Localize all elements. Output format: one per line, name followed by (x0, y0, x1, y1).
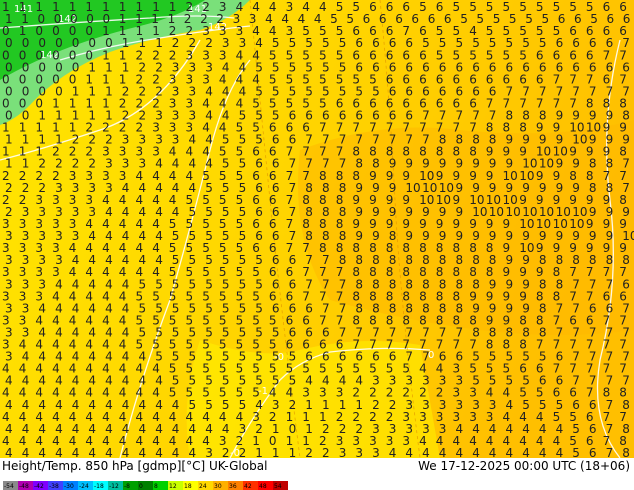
temperature-value: 5 (572, 446, 580, 458)
temperature-value: 4 (155, 446, 163, 458)
valid-time: We 17-12-2025 00:00 UTC (18+06) (418, 459, 630, 473)
temperature-value: 3 (205, 446, 213, 458)
temperature-value: 4 (122, 446, 130, 458)
scale-label: -42 (34, 483, 44, 490)
temperature-value: 2 (239, 446, 247, 458)
temperature-value: 4 (5, 446, 13, 458)
color-scale: -54 -48 -42 -38 -30 -24 -18 -12 -8 0 8 12 18 24 30 36 42… (3, 481, 288, 490)
temperature-value: 3 (355, 446, 363, 458)
temperature-value: 4 (22, 446, 30, 458)
temperature-value: 4 (389, 446, 397, 458)
scale-label: -30 (64, 483, 74, 490)
temperature-value: 5 (460, 12, 468, 26)
scale-label: 54 (274, 483, 282, 490)
map-title: Height/Temp. 850 hPa [gdmp][°C] UK-Globa… (2, 459, 268, 473)
temperature-value: 4 (456, 446, 464, 458)
temperature-value: 4 (405, 446, 413, 458)
scale-label: 0 (139, 483, 143, 490)
temperature-value: 4 (88, 446, 96, 458)
temperature-value: 5 (493, 12, 501, 26)
weather-map: 142 142 142 141 141 0 -1 -0 -0 11111111111223444… (0, 0, 634, 458)
scale-label: 18 (184, 483, 192, 490)
temperature-value: 6 (444, 12, 452, 26)
scale-label: 48 (259, 483, 267, 490)
temperature-value: 7 (606, 446, 614, 458)
scale-label: 36 (229, 483, 237, 490)
temperature-value: 6 (589, 446, 597, 458)
temperature-value: 1 (289, 446, 297, 458)
temperature-value: 4 (55, 446, 63, 458)
temperature-value: 1 (255, 446, 263, 458)
temperature-value: 4 (422, 446, 430, 458)
temperature-value: 6 (386, 0, 394, 14)
scale-label: -24 (79, 483, 89, 490)
temperature-value: 6 (402, 0, 410, 14)
temperature-value: 6 (428, 12, 436, 26)
temperature-value: 3 (372, 446, 380, 458)
temperature-value: 4 (522, 446, 530, 458)
temperature-value: 4 (172, 446, 180, 458)
scale-label: 8 (154, 483, 158, 490)
temperature-value: 2 (222, 446, 230, 458)
temperature-value: 6 (411, 12, 419, 26)
temperature-value: 1 (272, 446, 280, 458)
scale-label: -54 (4, 483, 14, 490)
temperature-value: 4 (472, 446, 480, 458)
temperature-value: 2 (322, 446, 330, 458)
scale-label: 30 (214, 483, 222, 490)
temperature-value: 4 (189, 446, 197, 458)
scale-label: -12 (109, 483, 119, 490)
map-canvas: 1421421421411410-1-0-0 11111111111223444… (0, 0, 634, 458)
scale-label: 24 (199, 483, 207, 490)
scale-label: -8 (124, 483, 130, 490)
temperature-value: 5 (453, 0, 461, 14)
temperature-value: 4 (105, 446, 113, 458)
scale-label: -38 (49, 483, 59, 490)
temperature-value: 4 (556, 446, 564, 458)
scale-label: -18 (94, 483, 104, 490)
temperature-value: 3 (339, 446, 347, 458)
scale-label: -48 (19, 483, 29, 490)
scale-label: 12 (169, 483, 177, 490)
temperature-value: 2 (305, 446, 313, 458)
temperature-value: 8 (622, 446, 630, 458)
temperature-value: 4 (506, 446, 514, 458)
temperature-value: 4 (489, 446, 497, 458)
scale-label: 42 (244, 483, 252, 490)
temperature-value: 6 (436, 0, 444, 14)
map-footer: Height/Temp. 850 hPa [gdmp][°C] UK-Globa… (0, 458, 634, 490)
temperature-value: 4 (139, 446, 147, 458)
temperature-value: 4 (72, 446, 80, 458)
temperature-value: 4 (439, 446, 447, 458)
temperature-value: 5 (419, 0, 427, 14)
temperature-value: 4 (38, 446, 46, 458)
temperature-value: 5 (476, 12, 484, 26)
temperature-value: 4 (539, 446, 547, 458)
